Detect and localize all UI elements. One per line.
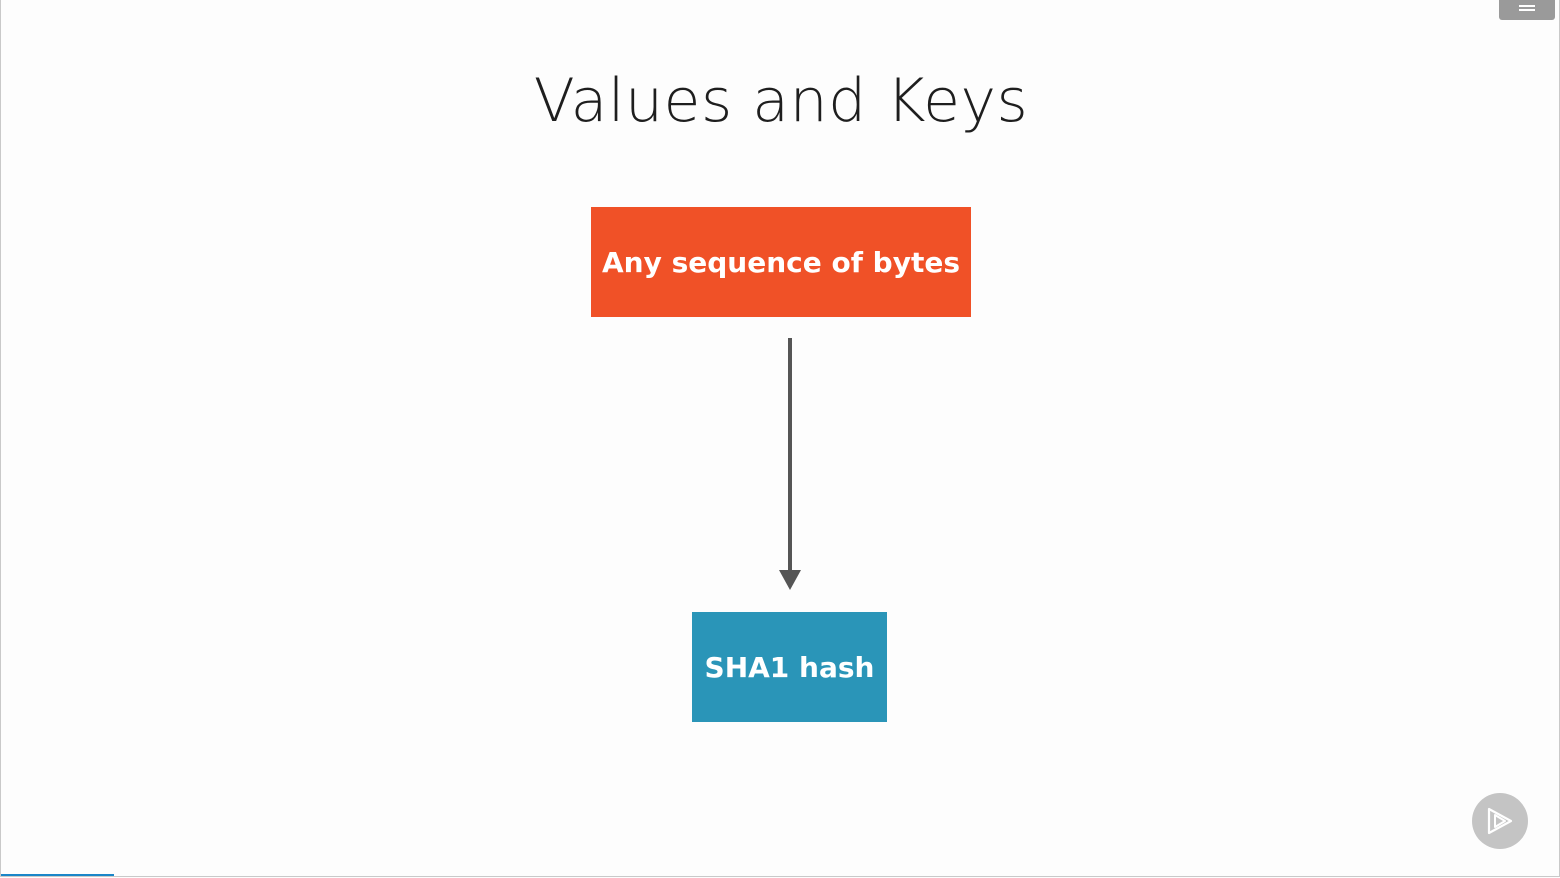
menu-button[interactable] [1499,0,1555,20]
source-box: Any sequence of bytes [591,207,971,317]
playback-progress[interactable] [1,874,114,876]
source-box-label: Any sequence of bytes [602,245,960,279]
play-logo-icon [1487,807,1513,835]
play-logo-button[interactable] [1472,793,1528,849]
arrow-down-icon [779,338,801,590]
target-box-label: SHA1 hash [704,650,875,684]
slide-title: Values and Keys [533,66,1029,136]
target-box: SHA1 hash [692,612,887,722]
menu-icon [1519,5,1535,7]
slide-frame: Values and Keys Any sequence of bytes SH… [0,0,1560,877]
